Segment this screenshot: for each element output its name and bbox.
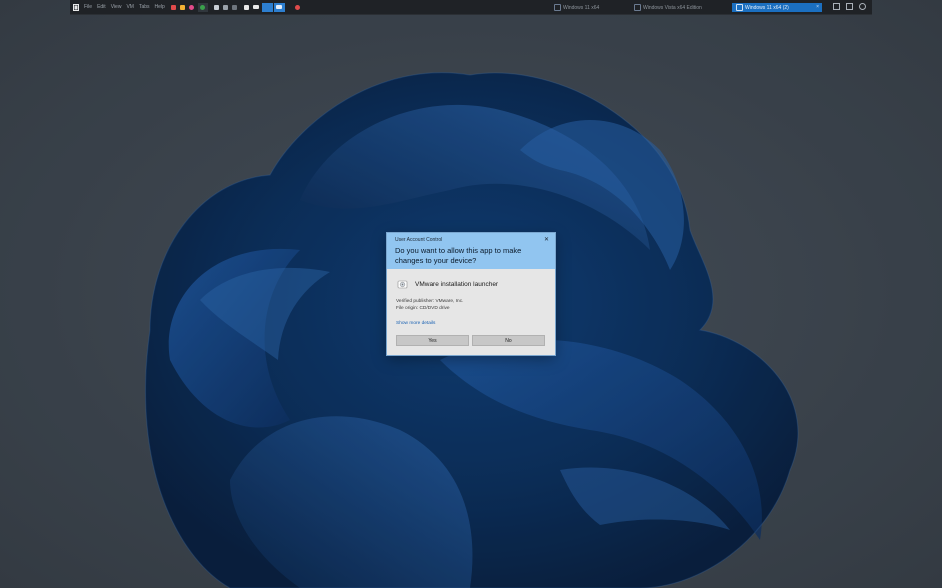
vm-tab[interactable]: Windows Vista x64 Edition — [634, 3, 702, 12]
pause-icon[interactable] — [180, 3, 186, 12]
restore-icon[interactable] — [846, 3, 853, 10]
vmware-toolbar: File Edit View VM Tabs Help Windows 11 x… — [70, 0, 872, 15]
menu-file[interactable]: File — [84, 4, 92, 10]
publisher-text: Verified publisher: VMware, Inc. — [396, 299, 464, 304]
tab-close-icon[interactable]: × — [816, 4, 819, 10]
vm-tab-icon — [554, 4, 561, 11]
menu-view[interactable]: View — [111, 4, 122, 10]
vm-tab[interactable]: Windows 11 x64 — [554, 3, 599, 12]
power-icon[interactable] — [197, 2, 208, 12]
unity-icon[interactable] — [295, 3, 301, 12]
snapshot-manager-icon[interactable] — [232, 3, 238, 12]
menu-help[interactable]: Help — [155, 4, 165, 10]
yes-button[interactable]: Yes — [396, 335, 469, 346]
menu-tabs[interactable]: Tabs — [139, 4, 150, 10]
vm-tab-active[interactable]: Windows 11 x64 (2) × — [732, 3, 822, 12]
console-icon[interactable] — [261, 2, 273, 12]
uac-dialog: User Account Control ✕ Do you want to al… — [387, 233, 555, 355]
stop-icon[interactable] — [171, 3, 177, 12]
show-more-details-link[interactable]: Show more details — [396, 321, 435, 326]
close-icon[interactable]: ✕ — [544, 236, 549, 243]
library-icon[interactable] — [244, 3, 250, 12]
minimize-icon[interactable] — [833, 3, 840, 10]
file-origin-text: File origin: CD/DVD drive — [396, 306, 450, 311]
shield-icon — [397, 280, 408, 289]
uac-header: User Account Control ✕ Do you want to al… — [387, 233, 555, 269]
exit-fullscreen-icon[interactable] — [859, 3, 866, 10]
uac-question: Do you want to allow this app to make ch… — [395, 246, 522, 265]
vm-tab-icon — [634, 4, 641, 11]
revert-snapshot-icon[interactable] — [223, 3, 229, 12]
no-button[interactable]: No — [472, 335, 545, 346]
vm-tab-icon — [736, 4, 743, 11]
menu-edit[interactable]: Edit — [97, 4, 106, 10]
vmware-icon[interactable] — [73, 3, 79, 12]
app-name: VMware installation launcher — [415, 281, 499, 288]
snapshot-icon[interactable] — [214, 3, 220, 12]
vm-tab-label: Windows 11 x64 (2) — [745, 4, 789, 11]
vm-tab-label: Windows 11 x64 — [563, 4, 600, 11]
thumbnail-icon[interactable] — [252, 3, 259, 12]
fullscreen-icon[interactable] — [273, 2, 285, 12]
dialog-title: User Account Control — [395, 237, 443, 243]
menu-vm[interactable]: VM — [126, 4, 134, 10]
restart-icon[interactable] — [189, 3, 195, 12]
vm-tab-label: Windows Vista x64 Edition — [643, 4, 702, 11]
